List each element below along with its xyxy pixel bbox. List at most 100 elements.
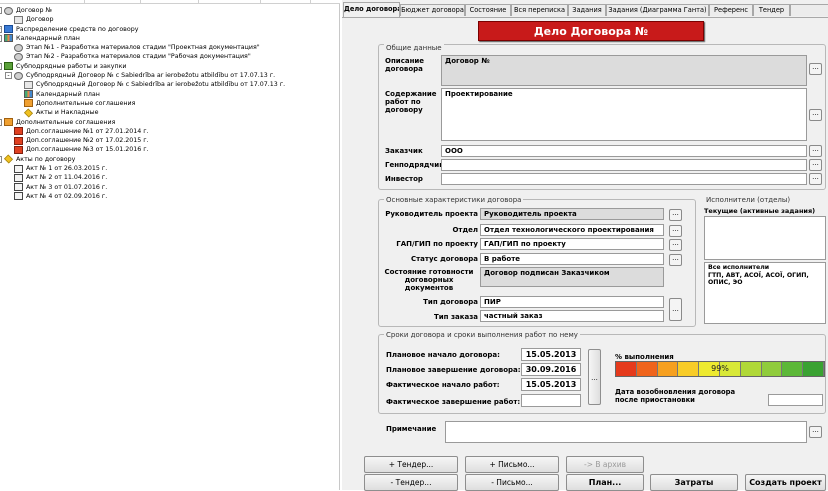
tab-tasks[interactable]: Задания	[568, 4, 606, 16]
tree-item[interactable]: Доп.соглашение №1 от 27.01.2014 г.	[2, 127, 338, 136]
costs-button[interactable]: Затраты	[650, 474, 738, 491]
tree-item[interactable]: - Договор №	[0, 6, 338, 15]
create-project-button[interactable]: Создать проект	[745, 474, 826, 491]
customer-more-button[interactable]: ...	[809, 145, 822, 157]
acts-icon	[3, 154, 14, 164]
status-label: Статус договора	[410, 255, 478, 263]
tree-item[interactable]: Договор	[2, 15, 338, 24]
customer-field[interactable]: ООО	[441, 145, 807, 157]
contract-type-field[interactable]: ПИР	[480, 296, 664, 308]
collapse-toggle-icon[interactable]: -	[0, 155, 2, 163]
fact-start-field[interactable]: 15.05.2013	[521, 378, 581, 391]
tree-item[interactable]: Акт № 2 от 11.04.2016 г.	[2, 173, 338, 182]
page-title: Дело Договора №	[478, 21, 704, 41]
tree-item[interactable]: Доп.соглашение №3 от 15.01.2016 г.	[2, 145, 338, 154]
investor-more-button[interactable]: ...	[809, 173, 822, 185]
plan-end-label: Плановое завершение договора:	[386, 366, 521, 374]
tree-item[interactable]: Акт № 4 от 02.09.2016 г.	[2, 192, 338, 201]
remove-letter-button[interactable]: - Письмо...	[465, 474, 559, 491]
collapse-toggle-icon[interactable]: -	[5, 72, 12, 80]
collapse-toggle-icon[interactable]: -	[0, 34, 2, 42]
tree-item-label: Доп.соглашение №1 от 27.01.2014 г.	[26, 127, 149, 135]
tab-contract-case[interactable]: Дело договора	[343, 2, 400, 17]
tree-item[interactable]: Календарный план	[2, 90, 338, 99]
gencontractor-field[interactable]	[441, 159, 807, 171]
tree-item-label: Акт № 2 от 11.04.2016 г.	[26, 174, 108, 182]
resume-field[interactable]	[768, 394, 823, 406]
dept-more-button[interactable]: ...	[669, 225, 682, 237]
tree-item[interactable]: Акт № 1 от 26.03.2015 г.	[2, 164, 338, 173]
description-more-button[interactable]: ...	[809, 63, 822, 75]
fact-end-field[interactable]	[521, 394, 581, 407]
status-field[interactable]: В работе	[480, 253, 664, 265]
tree-item[interactable]: - Субподрядный Договор № с Sabiedrība ar …	[2, 71, 338, 80]
content-field[interactable]: Проектирование	[441, 88, 807, 141]
red-doc-icon	[14, 145, 23, 154]
tree-item[interactable]: - Календарный план	[0, 34, 338, 43]
tree-item[interactable]: Акты и Накладные	[2, 108, 338, 118]
fact-start-label: Фактическое начало работ:	[386, 381, 500, 389]
gap-more-button[interactable]: ...	[669, 239, 682, 251]
content-more-button[interactable]: ...	[809, 109, 822, 121]
tab-state[interactable]: Состояние	[465, 4, 511, 16]
terms-more-button[interactable]: ...	[588, 349, 601, 405]
investor-field[interactable]	[441, 173, 807, 185]
note-more-button[interactable]: ...	[809, 426, 822, 438]
tree-item[interactable]: Доп.соглашение №2 от 17.02.2015 г.	[2, 136, 338, 145]
tab-tender[interactable]: Тендер	[753, 4, 790, 16]
gap-field[interactable]: ГАП/ГИП по проекту	[480, 238, 664, 250]
to-archive-button[interactable]: -> В архив	[566, 456, 644, 473]
gear-icon	[14, 71, 23, 80]
order-type-field[interactable]: частный заказ	[480, 310, 664, 322]
plan-end-field[interactable]: 30.09.2016	[521, 363, 581, 376]
tree-item[interactable]: + Распределение средств по договору	[0, 25, 338, 34]
tree-item[interactable]: - Акты по договору	[0, 154, 338, 164]
remove-tender-button[interactable]: - Тендер...	[364, 474, 458, 491]
collapse-toggle-icon[interactable]: -	[0, 118, 2, 126]
collapse-toggle-icon[interactable]: -	[0, 62, 2, 70]
tree-item-label: Акт № 4 от 02.09.2016 г.	[26, 192, 108, 200]
tab-gantt[interactable]: Задания (Диаграмма Ганта)	[606, 4, 709, 16]
calendar-icon	[4, 34, 13, 43]
act-icon	[14, 183, 23, 192]
tree-item[interactable]: Дополнительные соглашения	[2, 99, 338, 108]
collapse-toggle-icon[interactable]: -	[0, 7, 2, 14]
tree-item[interactable]: Этап №2 - Разработка материалов стадии "…	[2, 52, 338, 61]
dept-field[interactable]: Отдел технологического проектирования	[480, 224, 664, 236]
pm-field[interactable]: Руководитель проекта	[480, 208, 664, 220]
readiness-field[interactable]: Договор подписан Заказчиком	[480, 267, 664, 287]
tree-item[interactable]: - Субподрядные работы и закупки	[0, 62, 338, 71]
plan-button[interactable]: План...	[566, 474, 644, 491]
contract-tree-panel[interactable]: - Договор № Договор + Распределение средств …	[0, 4, 340, 490]
plan-start-field[interactable]: 15.05.2013	[521, 348, 581, 361]
contract-tree[interactable]: - Договор № Договор + Распределение средств …	[0, 6, 338, 201]
tab-reference[interactable]: Референс	[709, 4, 753, 16]
expand-toggle-icon[interactable]: +	[0, 25, 2, 33]
tab-bar: Дело договора Бюджет договора Состояние …	[342, 2, 828, 18]
all-executors-list[interactable]: Все исполнители ГТП, АВТ, АСОЇ, АСОЇ, ОГ…	[704, 262, 826, 324]
tree-item-label: Доп.соглашение №2 от 17.02.2015 г.	[26, 137, 149, 145]
current-executors-list[interactable]	[704, 216, 826, 260]
tab-scroll-arrows[interactable]	[790, 4, 828, 16]
tab-correspondence[interactable]: Вся переписка	[511, 4, 568, 16]
description-field[interactable]: Договор №	[441, 55, 807, 86]
doc-stack-icon	[4, 6, 13, 15]
tree-item[interactable]: Акт № 3 от 01.07.2016 г.	[2, 183, 338, 192]
tree-item-label: Акт № 1 от 26.03.2015 г.	[26, 165, 108, 173]
general-data-title: Общие данные	[384, 44, 444, 52]
contract-type-more-button[interactable]: ...	[669, 298, 682, 321]
tree-item[interactable]: Субподрядный Договор № с Sabiedrība ar i…	[2, 80, 338, 89]
tree-item[interactable]: Этап №1 - Разработка материалов стадии "…	[2, 43, 338, 52]
add-letter-button[interactable]: + Письмо...	[465, 456, 559, 473]
contract-card: Дело договора Бюджет договора Состояние …	[342, 0, 828, 491]
tree-item-label: Календарный план	[36, 90, 100, 98]
status-more-button[interactable]: ...	[669, 254, 682, 266]
subcontract-icon	[4, 62, 13, 71]
tree-item[interactable]: - Дополнительные соглашения	[0, 118, 338, 127]
tab-budget[interactable]: Бюджет договора	[400, 4, 465, 16]
pm-more-button[interactable]: ...	[669, 209, 682, 221]
note-field[interactable]	[445, 421, 807, 443]
add-tender-button[interactable]: + Тендер...	[364, 456, 458, 473]
investor-label: Инвестор	[385, 175, 423, 183]
gencontractor-more-button[interactable]: ...	[809, 159, 822, 171]
